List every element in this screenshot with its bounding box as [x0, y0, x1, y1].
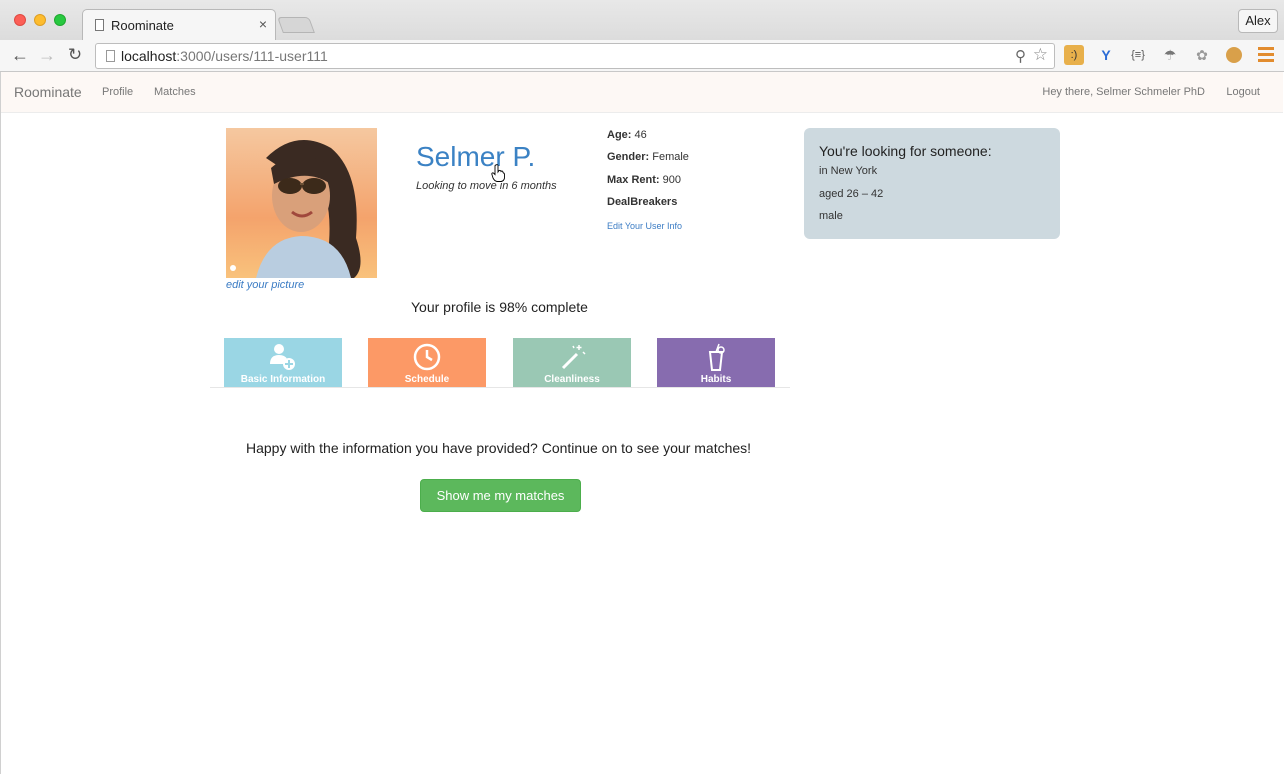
extension-face-icon[interactable]: :)	[1064, 45, 1084, 65]
logout-link[interactable]: Logout	[1226, 86, 1260, 98]
category-schedule[interactable]: Schedule	[368, 338, 486, 388]
category-cleanliness[interactable]: Cleanliness	[513, 338, 631, 388]
page-icon	[106, 50, 115, 62]
category-label: Basic Information	[240, 374, 326, 385]
category-habits[interactable]: Habits	[657, 338, 775, 388]
category-label: Habits	[700, 374, 732, 385]
menu-icon[interactable]	[1258, 47, 1274, 63]
info-max-rent: Max Rent: 900	[607, 174, 681, 186]
tab-title: Roominate	[111, 18, 174, 33]
extension-json-icon[interactable]: {≡}	[1128, 45, 1148, 65]
edit-picture-link[interactable]: edit your picture	[226, 279, 304, 291]
info-gender: Gender: Female	[607, 151, 689, 163]
hand-cursor-icon	[491, 164, 505, 182]
minimize-window-button[interactable]	[34, 14, 46, 26]
new-tab-button[interactable]	[277, 17, 315, 33]
extension-swirl-icon[interactable]: ✿	[1192, 45, 1212, 65]
edit-user-info-link[interactable]: Edit Your User Info	[607, 221, 682, 231]
browser-title-bar: Roominate × Alex	[0, 0, 1284, 40]
extension-umbrella-icon[interactable]: ☂	[1160, 45, 1180, 65]
url-text[interactable]: localhost:3000/users/111-user111	[121, 48, 328, 64]
looking-for-location: in New York	[819, 165, 878, 177]
drink-icon	[708, 343, 725, 371]
looking-for-age-range: aged 26 – 42	[819, 188, 884, 200]
brand-link[interactable]: Roominate	[14, 84, 82, 100]
category-label: Cleanliness	[544, 374, 600, 385]
zoom-icon[interactable]: ⚲	[1015, 47, 1026, 65]
info-age: Age: 46	[607, 129, 647, 141]
looking-for-gender: male	[819, 210, 843, 222]
magic-wand-icon	[561, 345, 586, 370]
user-greeting: Hey there, Selmer Schmeler PhD	[1042, 86, 1205, 98]
category-basic-information[interactable]: Basic Information	[224, 338, 342, 388]
window-border	[0, 72, 1, 774]
category-label: Schedule	[404, 374, 450, 385]
site-navbar: Roominate Profile Matches Hey there, Sel…	[1, 72, 1283, 113]
continue-message: Happy with the information you have prov…	[246, 440, 752, 456]
reload-icon[interactable]: ↻	[64, 44, 86, 66]
profile-name: Selmer P.	[416, 141, 536, 172]
forward-arrow-icon[interactable]: →	[36, 44, 58, 66]
close-tab-icon[interactable]: ×	[259, 16, 267, 32]
dealbreakers-heading: DealBreakers	[607, 196, 678, 208]
profile-photo	[226, 128, 377, 278]
profile-switcher-button[interactable]: Alex	[1238, 9, 1278, 33]
maximize-window-button[interactable]	[54, 14, 66, 26]
looking-for-panel: You're looking for someone: in New York …	[804, 128, 1060, 239]
address-bar[interactable]: localhost:3000/users/111-user111 ⚲ ☆	[95, 43, 1055, 69]
back-arrow-icon[interactable]: ←	[9, 44, 31, 66]
extension-y-icon[interactable]: Y	[1096, 45, 1116, 65]
bookmark-star-icon[interactable]: ☆	[1033, 45, 1048, 65]
profile-completion: Your profile is 98% complete	[411, 299, 588, 315]
extension-cookie-icon[interactable]	[1224, 45, 1244, 65]
clock-icon	[413, 343, 441, 371]
browser-toolbar: ← → ↻ localhost:3000/users/111-user111 ⚲…	[0, 40, 1284, 72]
nav-profile-link[interactable]: Profile	[102, 86, 133, 98]
close-window-button[interactable]	[14, 14, 26, 26]
show-matches-button[interactable]: Show me my matches	[420, 479, 581, 512]
moving-timeframe: Looking to move in 6 months	[416, 180, 557, 192]
browser-tab[interactable]: Roominate ×	[82, 9, 276, 40]
nav-matches-link[interactable]: Matches	[154, 86, 196, 98]
add-user-icon	[270, 344, 295, 370]
divider	[210, 387, 790, 388]
looking-for-title: You're looking for someone:	[819, 143, 992, 159]
document-icon	[95, 19, 104, 31]
